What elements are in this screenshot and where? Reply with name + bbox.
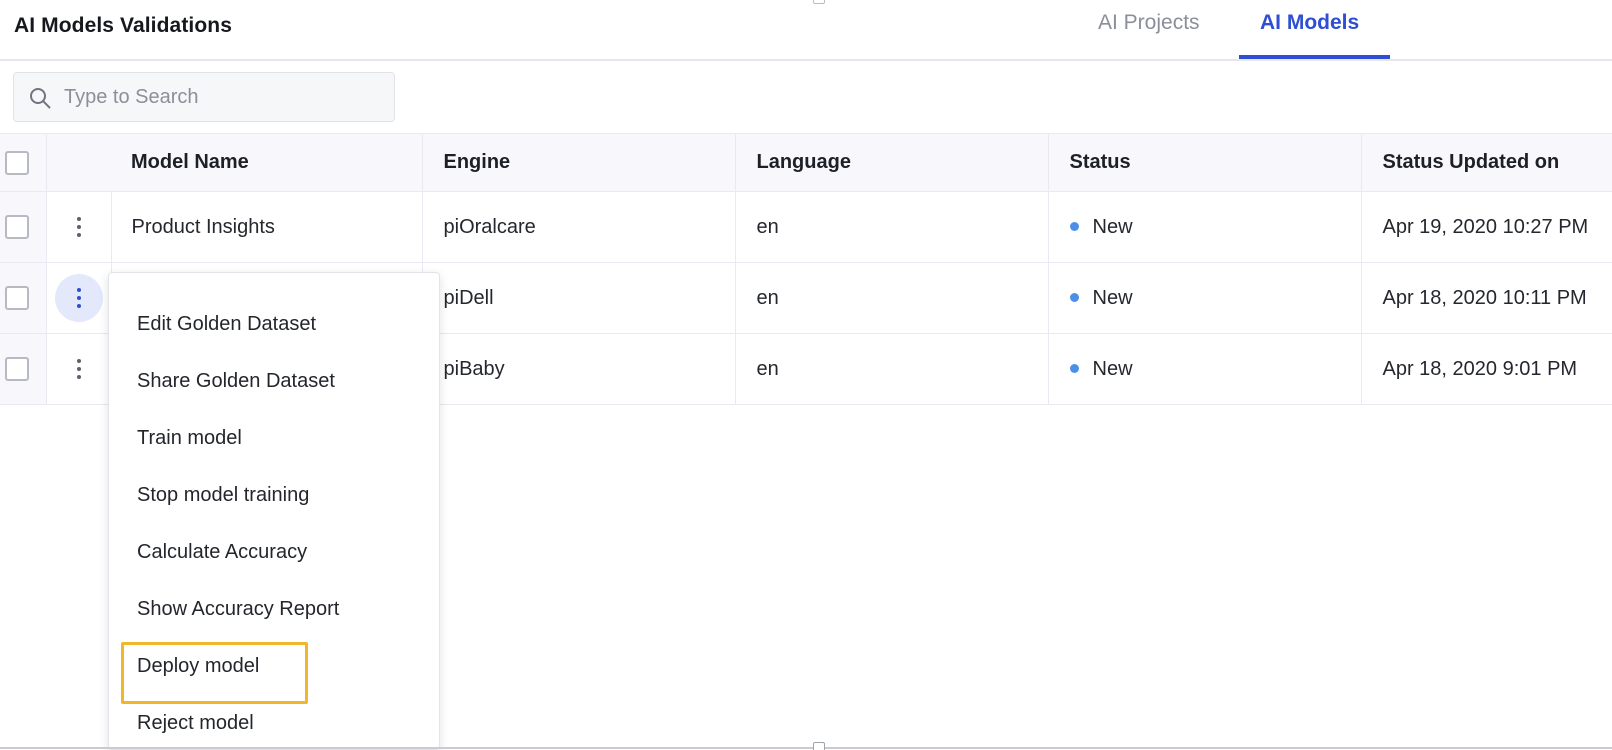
row-checkbox[interactable]	[5, 215, 29, 239]
column-header-language[interactable]: Language	[735, 133, 1049, 192]
column-header-status-updated[interactable]: Status Updated on	[1361, 133, 1612, 192]
search-input[interactable]	[64, 73, 384, 121]
table-header-row: Model Name Engine Language Status Status…	[0, 133, 1612, 192]
cell-language: en	[735, 333, 1049, 405]
select-all-checkbox[interactable]	[5, 150, 29, 175]
status-label: New	[1092, 286, 1133, 309]
status-label: New	[1092, 357, 1133, 380]
cell-engine: piBaby	[422, 333, 736, 405]
row-select-cell	[0, 191, 47, 263]
column-header-status[interactable]: Status	[1048, 133, 1362, 192]
row-actions-menu: Edit Golden Dataset Share Golden Dataset…	[108, 272, 440, 750]
top-bar: AI Models Validations AI Projects AI Mod…	[0, 0, 1612, 61]
search-box[interactable]	[13, 72, 395, 122]
cell-engine: piOralcare	[422, 191, 736, 263]
cell-language: en	[735, 191, 1049, 263]
kebab-menu-icon[interactable]	[54, 274, 103, 322]
column-header-model-name[interactable]: Model Name	[111, 133, 423, 192]
row-actions-cell	[46, 333, 112, 405]
cell-status: New	[1048, 333, 1362, 405]
cell-status-updated: Apr 18, 2020 9:01 PM	[1361, 333, 1612, 405]
status-dot-icon	[1069, 363, 1079, 373]
menu-item-train-model[interactable]: Train model	[137, 427, 242, 450]
row-select-cell	[0, 333, 47, 405]
select-all-cell	[0, 133, 47, 192]
kebab-menu-icon[interactable]	[55, 345, 103, 393]
row-checkbox[interactable]	[5, 286, 29, 310]
row-select-cell	[0, 262, 47, 334]
bottom-divider	[0, 747, 1612, 749]
status-label: New	[1092, 215, 1133, 238]
menu-item-stop-model-training[interactable]: Stop model training	[137, 484, 309, 507]
actions-header	[46, 133, 111, 192]
column-header-engine[interactable]: Engine	[422, 133, 736, 192]
active-tab-indicator	[1239, 55, 1390, 59]
tab-ai-models[interactable]: AI Models	[1260, 11, 1359, 35]
row-actions-cell	[46, 191, 112, 263]
menu-item-show-accuracy-report[interactable]: Show Accuracy Report	[137, 598, 339, 621]
cell-status-updated: Apr 19, 2020 10:27 PM	[1361, 191, 1612, 263]
menu-item-share-golden-dataset[interactable]: Share Golden Dataset	[137, 370, 335, 393]
status-dot-icon	[1069, 292, 1079, 302]
resize-handle-bottom[interactable]	[813, 742, 825, 750]
kebab-menu-icon[interactable]	[55, 203, 103, 251]
page-title: AI Models Validations	[14, 14, 232, 37]
cell-engine: piDell	[422, 262, 736, 334]
menu-item-reject-model[interactable]: Reject model	[137, 712, 254, 735]
row-checkbox[interactable]	[5, 357, 29, 381]
menu-item-deploy-model[interactable]: Deploy model	[120, 642, 309, 704]
cell-language: en	[735, 262, 1049, 334]
cell-status-updated: Apr 18, 2020 10:11 PM	[1361, 262, 1612, 334]
search-icon	[30, 88, 51, 109]
cell-status: New	[1048, 191, 1362, 263]
resize-handle-top[interactable]	[813, 0, 825, 4]
cell-model-name: Product Insights	[111, 191, 423, 263]
menu-item-edit-golden-dataset[interactable]: Edit Golden Dataset	[137, 313, 316, 336]
status-dot-icon	[1069, 221, 1079, 231]
table-row[interactable]: Product Insights piOralcare en New Apr 1…	[0, 191, 1612, 263]
cell-status: New	[1048, 262, 1362, 334]
tab-ai-projects[interactable]: AI Projects	[1098, 11, 1200, 35]
row-actions-cell	[46, 262, 112, 334]
menu-item-calculate-accuracy[interactable]: Calculate Accuracy	[137, 541, 307, 564]
